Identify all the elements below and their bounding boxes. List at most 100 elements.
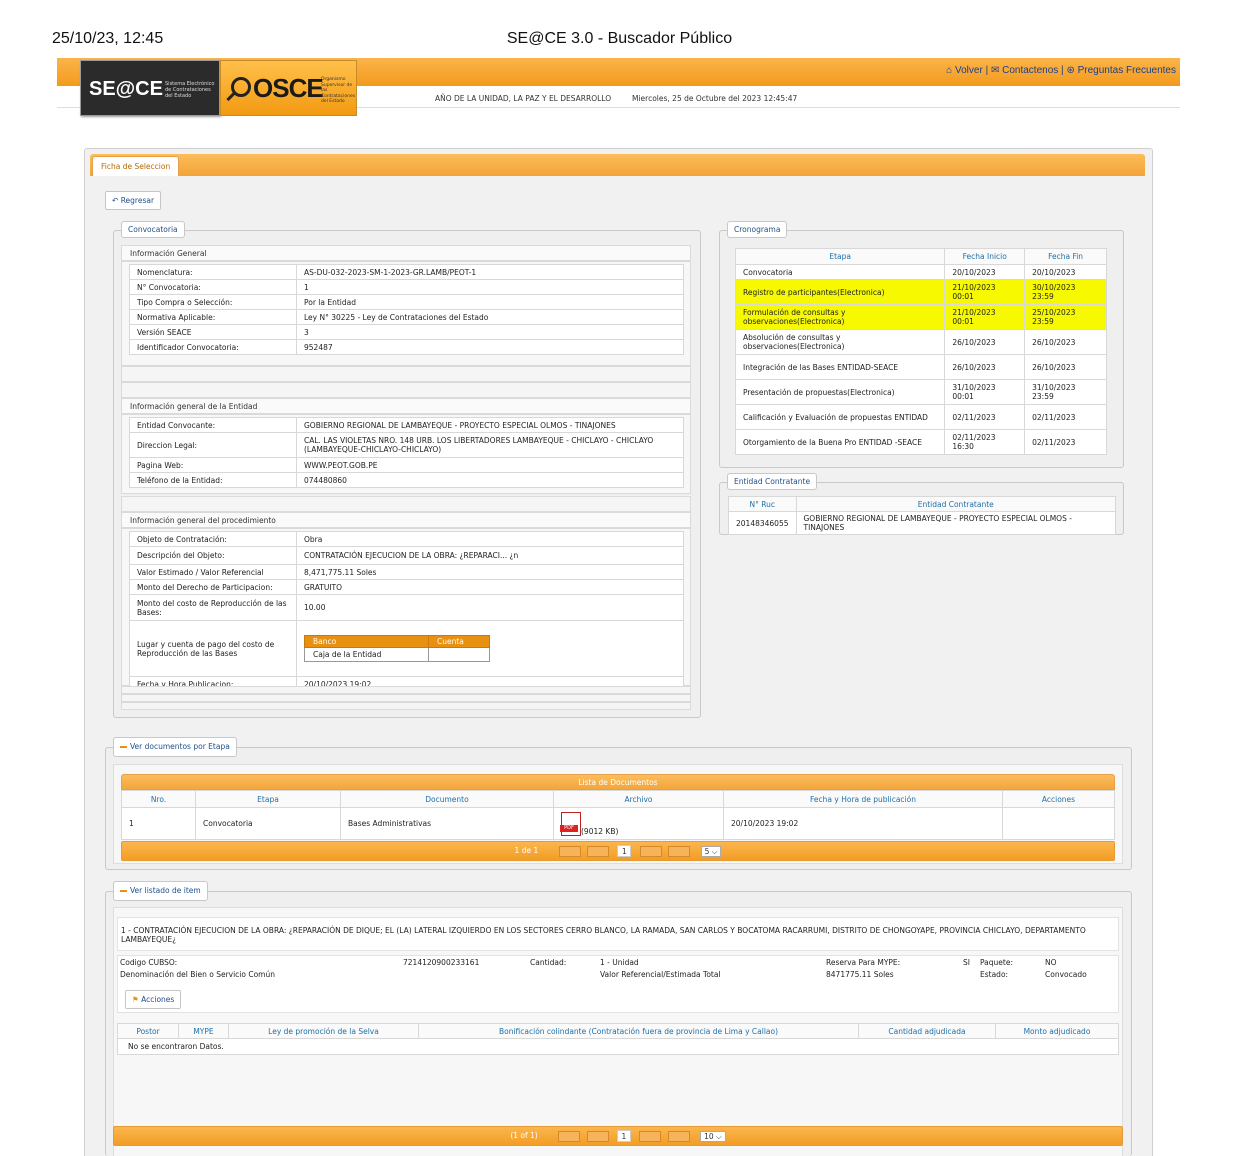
doc-file-size: (9012 KB) xyxy=(581,826,619,836)
info-general-table: Nomenclatura: AS-DU-032-2023-SM-1-2023-GR… xyxy=(129,264,684,355)
faq-link[interactable]: Preguntas Frecuentes xyxy=(1078,65,1176,76)
field-value: WWW.PEOT.GOB.PE xyxy=(296,457,684,473)
info-entidad-table: Entidad Convocante: GOBIERNO REGIONAL DE … xyxy=(129,417,684,488)
cronograma-header-fin: Fecha Fin xyxy=(1024,248,1107,265)
documentos-pager: 1 de 1 1 5 ⌵ xyxy=(121,841,1115,861)
field-label: Nomenclatura: xyxy=(129,264,297,280)
bank-header-cuenta: Cuenta xyxy=(428,635,490,648)
cronograma-etapa: Otorgamiento de la Buena Pro ENTIDAD -SE… xyxy=(734,429,946,455)
cronograma-inicio: 02/11/2023 xyxy=(944,404,1026,430)
doc-header-fecha: Fecha y Hora de publicación xyxy=(723,790,1003,808)
field-value: Obra xyxy=(296,531,684,547)
table-row: N° Convocatoria: 1 xyxy=(129,279,684,295)
cronograma-row: Convocatoria 20/10/2023 20/10/2023 xyxy=(734,264,1107,280)
first-page-button[interactable] xyxy=(558,845,581,857)
osce-logo[interactable]: OSCE Organismo Supervisor de las Contrat… xyxy=(220,60,357,116)
next-page-button[interactable] xyxy=(639,845,662,857)
back-arrow-icon: ↶ xyxy=(112,196,119,205)
cronograma-fin: 02/11/2023 xyxy=(1024,404,1107,430)
field-label: Normativa Aplicable: xyxy=(129,309,297,325)
acciones-button[interactable]: ⚑ Acciones xyxy=(125,990,182,1009)
cronograma-row: Presentación de propuestas(Electronica) 3… xyxy=(734,379,1107,405)
estado-value: Convocado xyxy=(1045,970,1087,979)
doc-header-etapa: Etapa xyxy=(195,790,341,808)
postores-no-data: No se encontraron Datos. xyxy=(117,1038,1119,1055)
table-row: Pagina Web: WWW.PEOT.GOB.PE xyxy=(129,457,684,473)
field-value: 1 xyxy=(296,279,684,295)
field-label: Direccion Legal: xyxy=(129,432,297,458)
doc-nro: 1 xyxy=(121,807,196,840)
table-row: Nomenclatura: AS-DU-032-2023-SM-1-2023-GR… xyxy=(129,264,684,280)
field-value: 10.00 xyxy=(296,594,684,621)
doc-etapa: Convocatoria xyxy=(195,807,341,840)
contactenos-link[interactable]: Contactenos | xyxy=(1002,65,1064,76)
doc-header-acciones: Acciones xyxy=(1002,790,1115,808)
cronograma-etapa: Registro de participantes(Electronica) xyxy=(734,279,946,305)
cronograma-etapa: Presentación de propuestas(Electronica) xyxy=(734,379,946,405)
paquete-value: NO xyxy=(1045,958,1057,967)
cronograma-header-inicio: Fecha Inicio xyxy=(944,248,1026,265)
prev-page-button[interactable] xyxy=(586,1130,609,1142)
doc-page-number[interactable]: 1 xyxy=(617,845,632,857)
doc-header-archivo: Archivo xyxy=(553,790,724,808)
volver-link[interactable]: Volver | xyxy=(955,65,988,76)
mail-icon: ✉ xyxy=(990,65,1000,76)
ec-header-entidad: Entidad Contratante xyxy=(795,496,1116,512)
documentos-legend[interactable]: Ver documentos por Etapa xyxy=(113,737,237,757)
documentos-table: Nro. Etapa Documento Archivo Fecha y Hor… xyxy=(121,790,1115,840)
field-label: Pagina Web: xyxy=(129,457,297,473)
cronograma-fin: 31/10/2023 23:59 xyxy=(1024,379,1107,405)
bank-header-banco: Banco xyxy=(304,635,429,648)
next-page-button[interactable] xyxy=(639,1130,662,1142)
table-row: Direccion Legal: CAL. LAS VIOLETAS NRO. 1… xyxy=(129,432,684,458)
tab-ficha-seleccion[interactable]: Ficha de Seleccion xyxy=(92,156,180,176)
first-page-button[interactable] xyxy=(558,1130,581,1142)
cronograma-row: Registro de participantes(Electronica) 21… xyxy=(734,279,1107,305)
doc-page-size-select[interactable]: 5 ⌵ xyxy=(700,845,722,857)
cronograma-fin: 02/11/2023 xyxy=(1024,429,1107,455)
cronograma-inicio: 26/10/2023 xyxy=(944,329,1026,355)
regresar-button[interactable]: ↶ Regresar xyxy=(105,191,162,210)
table-row: 1 Convocatoria Bases Administrativas PDF… xyxy=(121,807,1115,840)
cronograma-inicio: 31/10/2023 00:01 xyxy=(944,379,1026,405)
info-entidad-heading: Información general de la Entidad xyxy=(121,398,691,414)
codigo-cubso-label: Codigo CUBSO: xyxy=(120,958,178,967)
items-page-size-select[interactable]: 10 ⌵ xyxy=(700,1130,726,1142)
bank-value: Caja de la Entidad xyxy=(304,647,429,662)
cronograma-fin: 26/10/2023 xyxy=(1024,354,1107,380)
collapse-icon xyxy=(120,890,127,892)
doc-header-nro: Nro. xyxy=(121,790,196,808)
postores-table: Postor MYPE Ley de promoción de la Selva… xyxy=(117,1023,1119,1055)
entidad-contratante-legend[interactable]: Entidad Contratante xyxy=(727,473,818,490)
table-row: Monto del Derecho de Participacion: GRATU… xyxy=(129,579,684,595)
prev-page-button[interactable] xyxy=(587,845,610,857)
field-value: GRATUITO xyxy=(296,579,684,595)
cronograma-legend[interactable]: Cronograma xyxy=(727,221,788,238)
items-pager-text: (1 of 1) xyxy=(510,1131,538,1140)
field-value: AS-DU-032-2023-SM-1-2023-GR.LAMB/PEOT-1 xyxy=(296,264,684,280)
field-value: 8,471,775.11 Soles xyxy=(296,564,684,580)
field-label: Versión SEACE xyxy=(129,324,297,340)
field-value: CAL. LAS VIOLETAS NRO. 148 URB. LOS LIBE… xyxy=(296,432,684,458)
cronograma-fin: 25/10/2023 23:59 xyxy=(1024,304,1107,330)
cronograma-etapa: Convocatoria xyxy=(734,264,946,280)
cronograma-table: Etapa Fecha Inicio Fecha Fin Convocatori… xyxy=(734,248,1107,455)
ec-ruc: 20148346055 xyxy=(728,511,797,535)
convocatoria-legend[interactable]: Convocatoria xyxy=(121,221,185,238)
seace-logo[interactable]: SE@CE Sistema Electrónico de Contratacio… xyxy=(80,60,220,116)
info-procedimiento-table: Objeto de Contratación: Obra Descripción d… xyxy=(129,531,684,692)
field-value: Ley N° 30225 - Ley de Contrataciones del… xyxy=(296,309,684,325)
table-row: Objeto de Contratación: Obra xyxy=(129,531,684,547)
flag-icon: ⚑ xyxy=(132,995,139,1004)
last-page-button[interactable] xyxy=(667,1130,690,1142)
items-page-number[interactable]: 1 xyxy=(616,1130,631,1142)
last-page-button[interactable] xyxy=(668,845,691,857)
field-value: Por la Entidad xyxy=(296,294,684,310)
collapse-icon xyxy=(120,746,127,748)
items-legend[interactable]: Ver listado de item xyxy=(113,881,208,901)
pdf-file-icon[interactable]: PDF xyxy=(560,811,581,836)
cronograma-etapa: Formulación de consultas y observaciones… xyxy=(734,304,946,330)
reserva-mype-value: SI xyxy=(963,958,970,967)
field-label: Monto del Derecho de Participacion: xyxy=(129,579,297,595)
field-value: GOBIERNO REGIONAL DE LAMBAYEQUE - PROYEC… xyxy=(296,417,684,433)
